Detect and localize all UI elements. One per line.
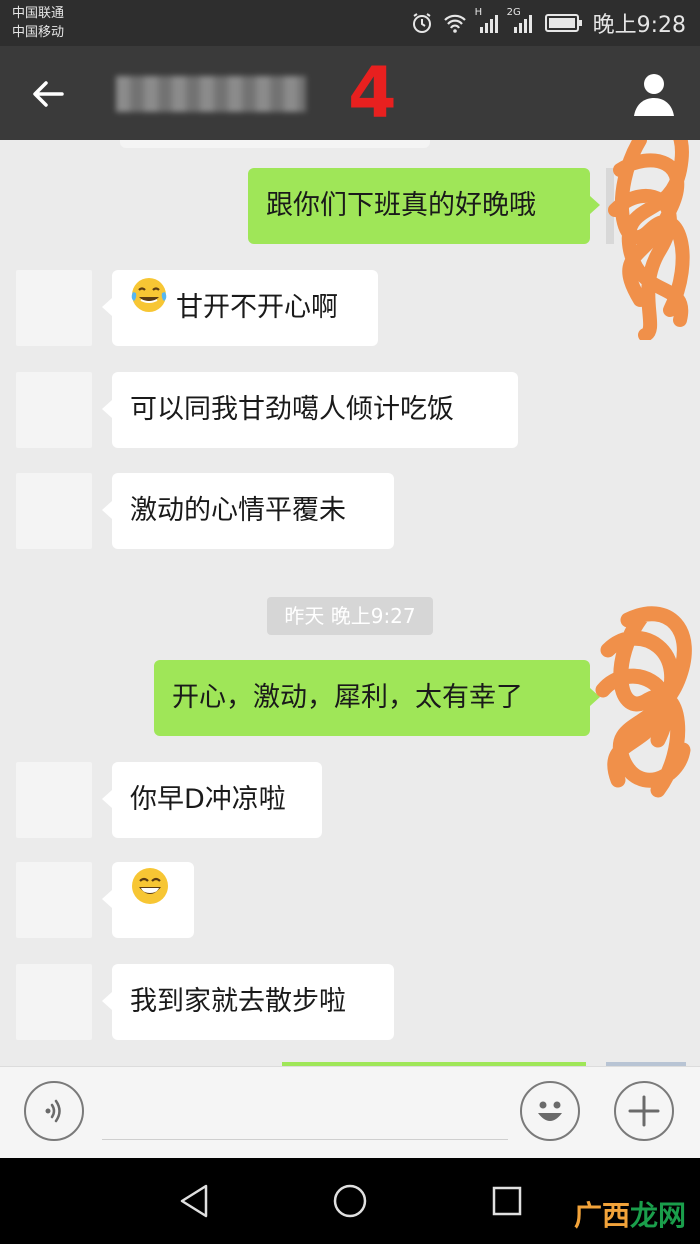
message-text: 开心，激动，犀利，太有幸了 [172,682,523,713]
plus-icon [628,1095,660,1127]
wifi-icon [443,13,467,33]
status-bar: 中国联通 中国移动 H 2G 晚上9:28 [0,0,700,46]
carrier-2: 中国移动 [12,25,65,40]
carrier-1: 中国联通 [12,6,65,21]
message-list[interactable]: 跟你们下班真的好晚哦 甘开不开心啊 可以同我甘劲噶人倾计吃饭 激动的心情平覆未 … [0,140,700,1066]
signal-icon-2: 2G [507,7,535,33]
message-text: 可以同我甘劲噶人倾计吃饭 [130,394,454,425]
message-text: 我到家就去散步啦 [130,986,346,1017]
message-text: 你早D冲凉啦 [130,784,286,815]
nav-home-button[interactable] [331,1182,369,1220]
square-recents-icon [492,1186,522,1216]
contact-avatar[interactable] [16,862,92,938]
contact-avatar[interactable] [16,270,92,346]
network-type-2: 2G [506,7,521,18]
more-functions-button[interactable] [614,1081,674,1141]
title-bar: 4 [0,46,700,140]
grinning-emoji-icon [130,860,170,936]
person-icon [634,74,674,116]
message-bubble-outgoing[interactable]: 开心，激动，犀利，太有幸了 [154,660,600,736]
smiley-icon [538,1101,562,1121]
status-icons: H 2G 晚上9:28 [411,7,686,38]
message-bubble-incoming[interactable]: 激动的心情平覆未 [102,473,394,549]
message-bubble-incoming[interactable]: 可以同我甘劲噶人倾计吃饭 [102,372,518,448]
contact-avatar[interactable] [16,964,92,1040]
circle-home-icon [333,1184,367,1218]
voice-icon [45,1099,61,1123]
carrier-info: 中国联通 中国移动 [12,4,64,42]
navigation-bar: 广西龙网 [0,1158,700,1244]
annotation-number: 4 [348,52,397,134]
watermark-part-1: 广西 [573,1199,630,1232]
scribble-redaction [595,606,692,798]
contact-avatar[interactable] [16,762,92,838]
battery-icon [544,13,583,33]
clock-time: 晚上9:28 [592,13,686,38]
chat-title-blurred [116,76,306,112]
alarm-icon [411,12,433,34]
watermark-part-2: 龙网 [629,1199,686,1232]
triangle-back-icon [180,1184,208,1218]
contact-avatar[interactable] [16,372,92,448]
arrow-left-icon [33,81,64,107]
contact-avatar[interactable] [16,473,92,549]
previous-bubble-edge [120,140,430,148]
message-bubble-incoming[interactable]: 甘开不开心啊 [102,268,378,346]
message-input[interactable] [102,1139,508,1140]
voice-input-button[interactable] [24,1081,84,1141]
message-bubble-incoming[interactable] [102,860,194,938]
signal-icon-1: H [475,7,501,33]
emoji-button[interactable] [520,1081,580,1141]
nav-recents-button[interactable] [488,1182,526,1220]
laughing-tears-emoji-icon [130,268,168,344]
message-bubble-incoming[interactable]: 你早D冲凉啦 [102,762,322,838]
network-type-1: H [474,7,483,18]
nav-back-button[interactable] [176,1182,214,1220]
timestamp-divider: 昨天 晚上9:27 [267,597,433,635]
scribble-redaction [608,140,690,340]
message-bubble-incoming[interactable]: 我到家就去散步啦 [102,964,394,1040]
message-text: 甘开不开心啊 [176,292,338,323]
message-text: 激动的心情平覆未 [130,495,346,526]
input-bar [0,1066,700,1159]
chat-info-button[interactable] [632,70,676,118]
back-button[interactable] [28,74,68,114]
watermark: 广西龙网 [574,1194,686,1234]
message-text: 跟你们下班真的好晚哦 [266,190,536,221]
message-bubble-outgoing[interactable]: 跟你们下班真的好晚哦 [248,168,600,244]
